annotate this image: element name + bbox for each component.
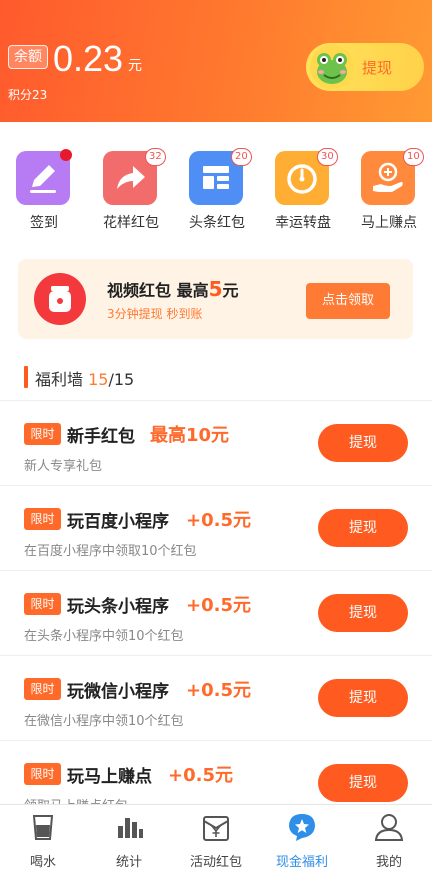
task-title: 玩头条小程序 [67, 597, 169, 617]
bar-chart-icon [113, 811, 145, 843]
section-title: 福利墙 15/15 [35, 366, 134, 390]
task-description: 在微信小程序中领10个红包 [24, 714, 184, 729]
frog-mascot-icon [310, 45, 354, 89]
quick-item-label: 幸运转盘 [275, 215, 331, 231]
section-accent-bar [24, 366, 28, 388]
banner-subtitle: 3分钟提现 秒到账 [107, 307, 203, 321]
task-row: 限时 新手红包 最高10元 新人专享礼包 提现 [0, 400, 432, 485]
task-title: 玩微信小程序 [67, 682, 169, 702]
star-bubble-icon [286, 811, 318, 843]
section-title-label: 福利墙 [35, 370, 84, 389]
task-title: 新手红包 [67, 427, 135, 447]
task-reward: +0.5元 [168, 765, 233, 786]
nav-label: 统计 [115, 855, 142, 870]
task-list[interactable]: 限时 新手红包 最高10元 新人专享礼包 提现 限时 玩百度小程序 +0.5元 … [0, 400, 432, 804]
cup-icon [27, 811, 59, 843]
task-withdraw-button[interactable]: 提现 [318, 679, 408, 717]
quick-item-earn-now[interactable]: 10 马上赚点 [359, 148, 424, 238]
limited-tag: 限时 [24, 508, 61, 530]
task-description: 在头条小程序中领10个红包 [24, 629, 184, 644]
task-withdraw-button[interactable]: 提现 [318, 424, 408, 462]
task-reward: +0.5元 [186, 680, 251, 701]
banner-title-amount: 5 [208, 277, 223, 301]
task-row: 限时 玩百度小程序 +0.5元 在百度小程序中领取10个红包 提现 [0, 485, 432, 570]
unread-dot [60, 149, 72, 161]
count-badge: 20 [231, 148, 252, 166]
task-row: 限时 玩头条小程序 +0.5元 在头条小程序中领10个红包 提现 [0, 570, 432, 655]
points-text: 积分23 [8, 88, 48, 102]
quick-item-fancy-redpacket[interactable]: 32 花样红包 [101, 148, 166, 238]
task-withdraw-button[interactable]: 提现 [318, 509, 408, 547]
limited-tag: 限时 [24, 593, 61, 615]
limited-tag: 限时 [24, 763, 61, 785]
quick-item-label: 头条红包 [189, 215, 245, 231]
balance-unit: 元 [128, 58, 142, 74]
nav-item-drink-water[interactable]: 喝水 [0, 805, 86, 874]
task-withdraw-button[interactable]: 提现 [318, 764, 408, 802]
task-reward: 最高10元 [150, 425, 230, 446]
banner-title: 视频红包 最高5元 [107, 277, 239, 301]
nav-label: 喝水 [29, 855, 56, 870]
balance-label: 余额 [8, 45, 48, 69]
nav-item-cash-welfare[interactable]: 现金福利 [259, 805, 345, 874]
quick-item-label: 花样红包 [103, 215, 159, 231]
nav-item-activity-redpacket[interactable]: 活动红包 [173, 805, 259, 874]
banner-title-unit: 元 [222, 281, 239, 300]
quick-item-signin[interactable]: 签到 [14, 148, 74, 238]
section-total: /15 [108, 370, 135, 389]
task-description: 在百度小程序中领取10个红包 [24, 544, 197, 559]
balance-header: 余额 0.23 元 积分23 提现 [0, 0, 432, 122]
quick-item-lucky-wheel[interactable]: 30 幸运转盘 [273, 148, 338, 238]
task-withdraw-button[interactable]: 提现 [318, 594, 408, 632]
limited-tag: 限时 [24, 678, 61, 700]
count-badge: 30 [317, 148, 338, 166]
task-reward: +0.5元 [186, 595, 251, 616]
header-withdraw-button[interactable]: 提现 [306, 43, 424, 91]
task-row: 限时 玩微信小程序 +0.5元 在微信小程序中领10个红包 提现 [0, 655, 432, 740]
task-title: 玩百度小程序 [67, 512, 169, 532]
nav-item-stats[interactable]: 统计 [86, 805, 172, 874]
bottom-nav: 喝水 统计 活动红包 现金福利 我的 [0, 804, 432, 874]
task-description: 领取马上赚点红包 [24, 795, 128, 804]
task-row: 限时 玩马上赚点 +0.5元 领取马上赚点红包 提现 [0, 740, 432, 804]
limited-tag: 限时 [24, 423, 61, 445]
nav-item-mine[interactable]: 我的 [346, 805, 432, 874]
count-badge: 10 [403, 148, 424, 166]
claim-button[interactable]: 点击领取 [306, 283, 390, 319]
quick-item-headline-redpacket[interactable]: 20 头条红包 [187, 148, 252, 238]
nav-label: 活动红包 [189, 855, 242, 870]
quick-entry-grid: 签到 32 花样红包 20 头条红包 30 幸运转盘 10 马上赚点 [0, 148, 432, 238]
nav-label: 现金福利 [275, 855, 328, 870]
task-description: 新人专享礼包 [24, 459, 103, 474]
task-title: 玩马上赚点 [67, 767, 152, 787]
nav-label: 我的 [375, 855, 402, 870]
receipt-yen-icon [200, 811, 232, 843]
task-reward: +0.5元 [186, 510, 251, 531]
banner-title-prefix: 视频红包 最高 [107, 281, 209, 300]
redpacket-jar-icon [34, 273, 86, 325]
count-badge: 32 [145, 148, 166, 166]
person-icon [373, 811, 405, 843]
header-withdraw-label: 提现 [362, 59, 393, 77]
balance-amount: 0.23 [53, 38, 124, 79]
quick-item-label: 马上赚点 [361, 215, 417, 231]
video-redpacket-banner[interactable]: 视频红包 最高5元 3分钟提现 秒到账 点击领取 [18, 259, 413, 339]
section-count: 15 [88, 370, 109, 389]
quick-item-label: 签到 [30, 215, 58, 231]
